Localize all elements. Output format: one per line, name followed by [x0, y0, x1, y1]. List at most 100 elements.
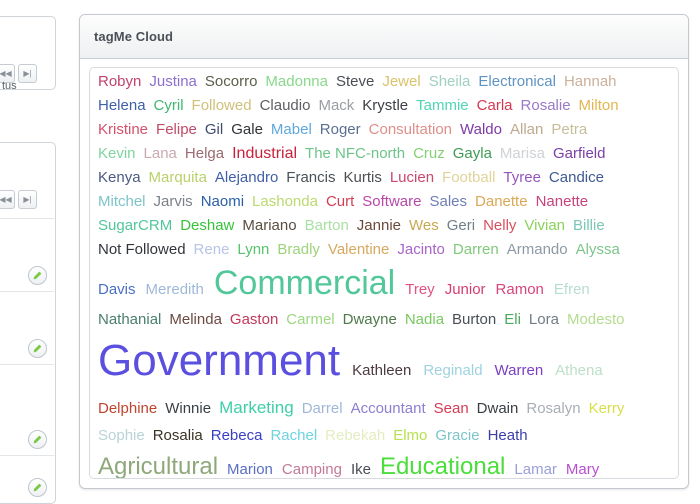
tag-item[interactable]: Electronical	[478, 74, 556, 89]
tag-item[interactable]: Government	[98, 339, 340, 383]
tag-item[interactable]: Kurtis	[343, 170, 381, 185]
tag-item[interactable]: Lashonda	[252, 194, 318, 209]
tag-item[interactable]: Francis	[286, 170, 335, 185]
tag-item[interactable]: Alyssa	[576, 242, 620, 257]
tag-item[interactable]: Vivian	[524, 218, 565, 233]
tag-item[interactable]: Davis	[98, 282, 136, 297]
tag-item[interactable]: Hannah	[564, 74, 617, 89]
tag-item[interactable]: Kevin	[98, 146, 136, 161]
tag-item[interactable]: Burton	[452, 312, 496, 327]
tag-item[interactable]: SugarCRM	[98, 218, 172, 233]
tag-item[interactable]: Sales	[430, 194, 468, 209]
tag-item[interactable]: Nanette	[536, 194, 589, 209]
tag-item[interactable]: Gil	[205, 122, 223, 137]
tag-item[interactable]: Marisa	[500, 146, 545, 161]
tag-item[interactable]: Armando	[507, 242, 568, 257]
tag-item[interactable]: Krystle	[362, 98, 408, 113]
tag-item[interactable]: Tammie	[416, 98, 469, 113]
tag-item[interactable]: Meredith	[146, 282, 204, 297]
tag-item[interactable]: Not Followed	[98, 242, 186, 257]
tag-item[interactable]: Naomi	[201, 194, 244, 209]
tag-item[interactable]: Commercial	[214, 266, 395, 300]
tag-item[interactable]: Reginald	[423, 363, 482, 378]
tag-item[interactable]: Sean	[434, 401, 469, 416]
tag-item[interactable]: Nadia	[405, 312, 444, 327]
tag-item[interactable]: Valentine	[328, 242, 389, 257]
tag-item[interactable]: Ramon	[496, 282, 544, 297]
tag-item[interactable]: Rachel	[270, 428, 317, 443]
tag-item[interactable]: Allan	[510, 122, 543, 137]
tag-item[interactable]: Camping	[282, 462, 342, 477]
tag-item[interactable]: Industrial	[232, 146, 297, 162]
tag-item[interactable]: Modesto	[567, 312, 625, 327]
tag-item[interactable]: Dwayne	[343, 312, 397, 327]
tag-item[interactable]: Followed	[192, 98, 252, 113]
tag-item[interactable]: Marion	[227, 462, 273, 477]
tag-item[interactable]: Rosalyn	[526, 401, 580, 416]
tag-item[interactable]: Cyril	[154, 98, 184, 113]
tag-item[interactable]: Candice	[549, 170, 604, 185]
pager-next-button-2[interactable]: ▶|	[18, 190, 37, 209]
tag-item[interactable]: Darren	[453, 242, 499, 257]
tag-item[interactable]: Accountant	[351, 401, 426, 416]
tag-item[interactable]: Rosalie	[521, 98, 571, 113]
tag-item[interactable]: Helena	[98, 98, 146, 113]
tag-item[interactable]: Jannie	[357, 218, 401, 233]
tag-item[interactable]: Wes	[409, 218, 439, 233]
tag-item[interactable]: Lamar	[514, 462, 557, 477]
tag-item[interactable]: Rebeca	[211, 428, 263, 443]
tag-item[interactable]: Alejandro	[215, 170, 278, 185]
tag-item[interactable]: Carmel	[286, 312, 334, 327]
tag-item[interactable]: Gayla	[453, 146, 492, 161]
tag-item[interactable]: Software	[362, 194, 421, 209]
tag-item[interactable]: Rosalia	[153, 428, 203, 443]
tag-item[interactable]: Carla	[477, 98, 513, 113]
tag-item[interactable]: Deshaw	[180, 218, 234, 233]
tag-item[interactable]: Cruz	[413, 146, 445, 161]
tag-item[interactable]: Agricultural	[98, 455, 218, 479]
tag-item[interactable]: Trey	[405, 282, 434, 297]
tag-item[interactable]: Jewel	[382, 74, 420, 89]
tag-item[interactable]: Gaston	[230, 312, 278, 327]
tag-item[interactable]: Garfield	[553, 146, 606, 161]
tag-item[interactable]: Delphine	[98, 401, 157, 416]
tag-item[interactable]: Curt	[326, 194, 354, 209]
tag-item[interactable]: Bradly	[277, 242, 320, 257]
background-pager-bottom[interactable]: ◀◀ ▶|	[0, 190, 37, 209]
pager-next-button[interactable]: ▶|	[18, 64, 37, 83]
tag-item[interactable]: Mabel	[271, 122, 312, 137]
tag-item[interactable]: Madonna	[265, 74, 328, 89]
tag-item[interactable]: Elmo	[393, 428, 427, 443]
tag-item[interactable]: Felipe	[156, 122, 197, 137]
tag-item[interactable]: Kristine	[98, 122, 148, 137]
tag-item[interactable]: Melinda	[169, 312, 222, 327]
tag-item[interactable]: Danette	[475, 194, 528, 209]
tag-item[interactable]: Milton	[579, 98, 619, 113]
tag-item[interactable]: Barton	[305, 218, 349, 233]
tag-item[interactable]: Consultation	[369, 122, 452, 137]
tag-item[interactable]: Justina	[149, 74, 197, 89]
tag-item[interactable]: Heath	[488, 428, 528, 443]
tag-item[interactable]: Petra	[551, 122, 587, 137]
tag-item[interactable]: Warren	[495, 363, 544, 378]
tag-item[interactable]: The NFC-north	[305, 146, 405, 161]
tag-item[interactable]: Tyree	[503, 170, 541, 185]
tag-item[interactable]: Rebekah	[325, 428, 385, 443]
edit-icon[interactable]	[28, 266, 47, 285]
tag-item[interactable]: Jacinto	[397, 242, 445, 257]
tag-item[interactable]: Sophie	[98, 428, 145, 443]
tag-item[interactable]: Kathleen	[352, 363, 411, 378]
tag-item[interactable]: Nathanial	[98, 312, 161, 327]
tag-item[interactable]: Mitchel	[98, 194, 146, 209]
tag-item[interactable]: Waldo	[460, 122, 502, 137]
tag-item[interactable]: Gracie	[435, 428, 479, 443]
tag-item[interactable]: Billie	[573, 218, 605, 233]
tag-item[interactable]: Kerry	[589, 401, 625, 416]
tag-item[interactable]: Lana	[144, 146, 177, 161]
tag-item[interactable]: Steve	[336, 74, 374, 89]
tag-item[interactable]: Sheila	[429, 74, 471, 89]
tag-item[interactable]: Eli	[504, 312, 521, 327]
tag-item[interactable]: Lucien	[390, 170, 434, 185]
tag-item[interactable]: Marketing	[219, 399, 294, 416]
tag-item[interactable]: Junior	[445, 282, 486, 297]
